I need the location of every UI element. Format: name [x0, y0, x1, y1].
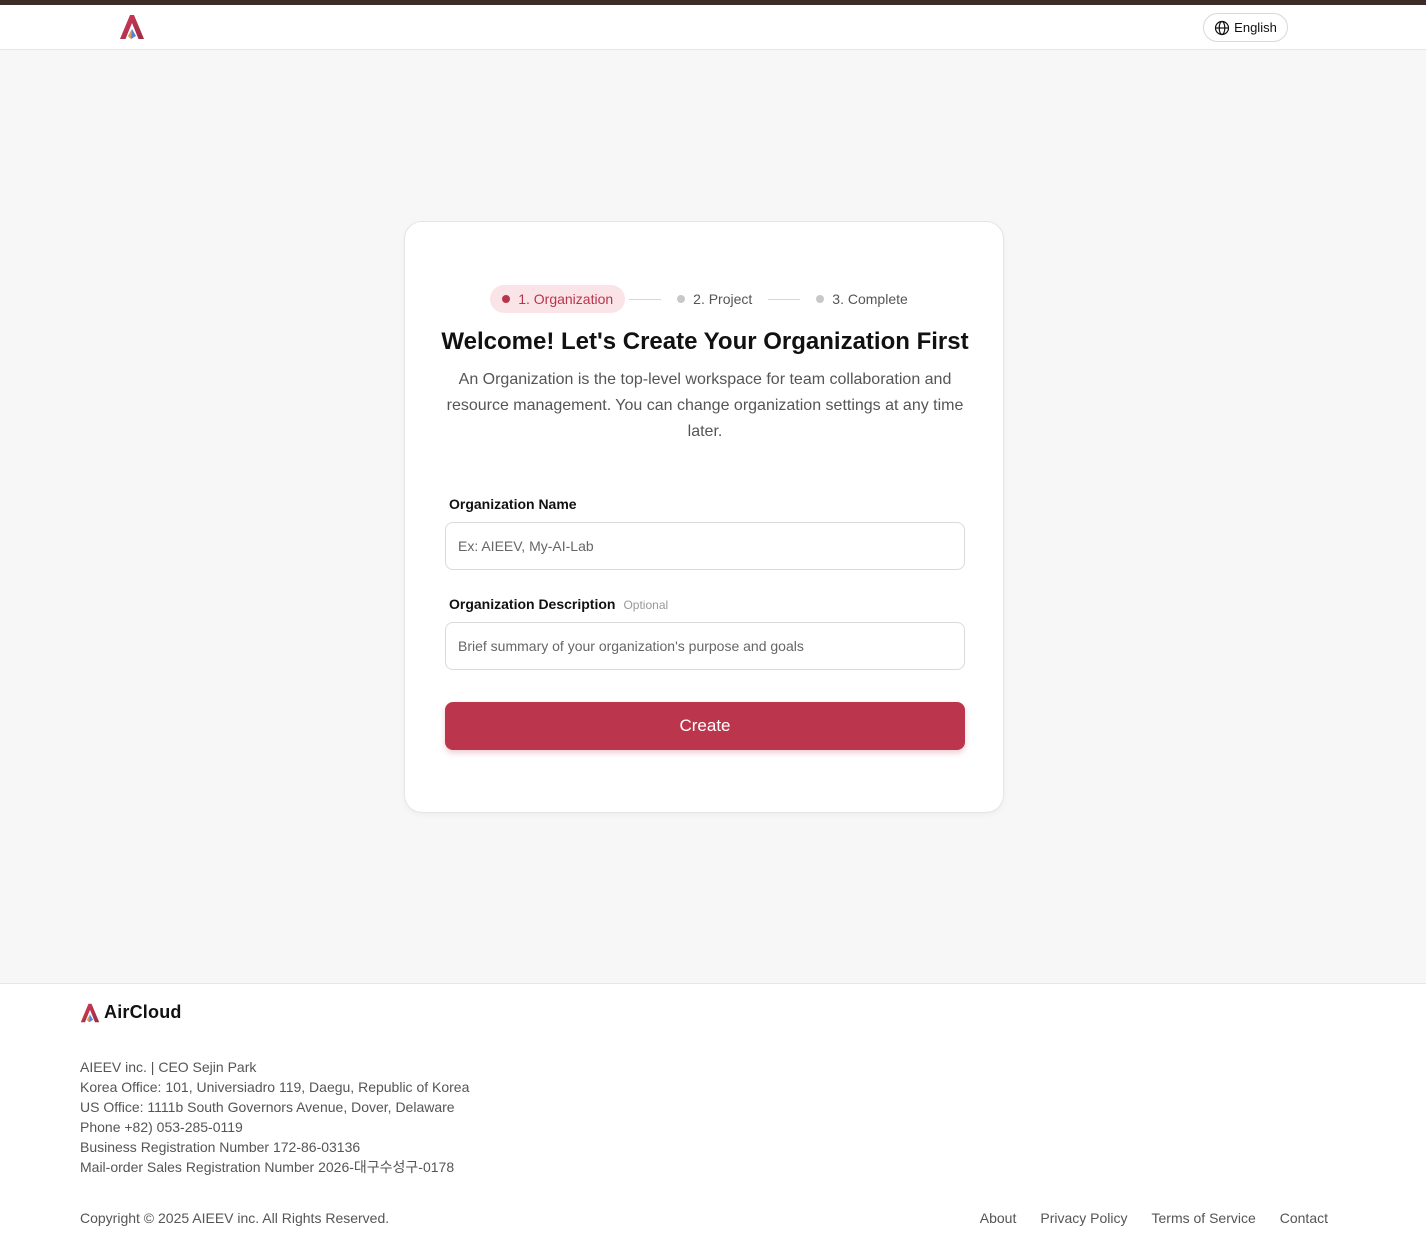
footer-link-contact[interactable]: Contact [1280, 1210, 1328, 1226]
aircloud-logo-icon[interactable] [119, 14, 145, 40]
header: English [0, 5, 1426, 50]
info-line: Phone +82) 053-285-0119 [80, 1119, 243, 1135]
step-complete: 3. Complete [804, 285, 919, 313]
organization-name-label: Organization Name [449, 496, 577, 512]
step-organization: 1. Organization [490, 285, 626, 313]
footer: AirCloud AIEEV inc. | CEO Sejin Park Kor… [0, 983, 1426, 1242]
organization-description-input[interactable] [445, 622, 965, 670]
footer-logo[interactable]: AirCloud [80, 1002, 182, 1023]
step-label: 2. Project [693, 291, 753, 307]
step-project: 2. Project [665, 285, 764, 313]
footer-link-terms-of-service[interactable]: Terms of Service [1152, 1210, 1256, 1226]
info-line: Korea Office: 101, Universiadro 119, Dae… [80, 1079, 470, 1095]
step-dot-icon [677, 295, 686, 303]
optional-tag: Optional [623, 598, 669, 612]
language-label: English [1234, 20, 1277, 35]
info-line: AIEEV inc. | CEO Sejin Park [80, 1059, 257, 1075]
organization-name-input[interactable] [445, 522, 965, 570]
footer-links: About Privacy Policy Terms of Service Co… [980, 1210, 1328, 1226]
company-info: AIEEV inc. | CEO Sejin Park Korea Office… [80, 1057, 469, 1177]
page-description: An Organization is the top-level workspa… [446, 371, 964, 440]
footer-brand-name: AirCloud [104, 1002, 182, 1022]
step-label: 3. Complete [832, 291, 908, 307]
step-divider [768, 298, 801, 300]
copyright: Copyright © 2025 AIEEV inc. All Rights R… [80, 1210, 390, 1226]
step-dot-icon [502, 295, 511, 303]
organization-description-label: Organization Description Optional [449, 596, 668, 612]
organization-description-label-text: Organization Description [449, 596, 616, 612]
create-organization-card: 1. Organization 2. Project 3. Complete W… [404, 221, 1004, 813]
info-line: US Office: 1111b South Governors Avenue,… [80, 1099, 455, 1115]
step-label: 1. Organization [518, 291, 614, 307]
info-line: Mail-order Sales Registration Number 202… [80, 1159, 455, 1175]
create-button[interactable]: Create [445, 702, 965, 750]
stepper: 1. Organization 2. Project 3. Complete [405, 285, 1005, 313]
step-divider [629, 298, 662, 300]
page-title: Welcome! Let's Create Your Organization … [441, 328, 969, 355]
info-line: Business Registration Number 172-86-0313… [80, 1139, 361, 1155]
footer-link-about[interactable]: About [980, 1210, 1017, 1226]
language-button[interactable]: English [1203, 13, 1288, 42]
aircloud-logo-icon [80, 1003, 100, 1022]
globe-icon [1215, 20, 1230, 35]
footer-link-privacy-policy[interactable]: Privacy Policy [1040, 1210, 1127, 1226]
step-dot-icon [816, 295, 825, 303]
organization-name-label-text: Organization Name [449, 496, 577, 512]
